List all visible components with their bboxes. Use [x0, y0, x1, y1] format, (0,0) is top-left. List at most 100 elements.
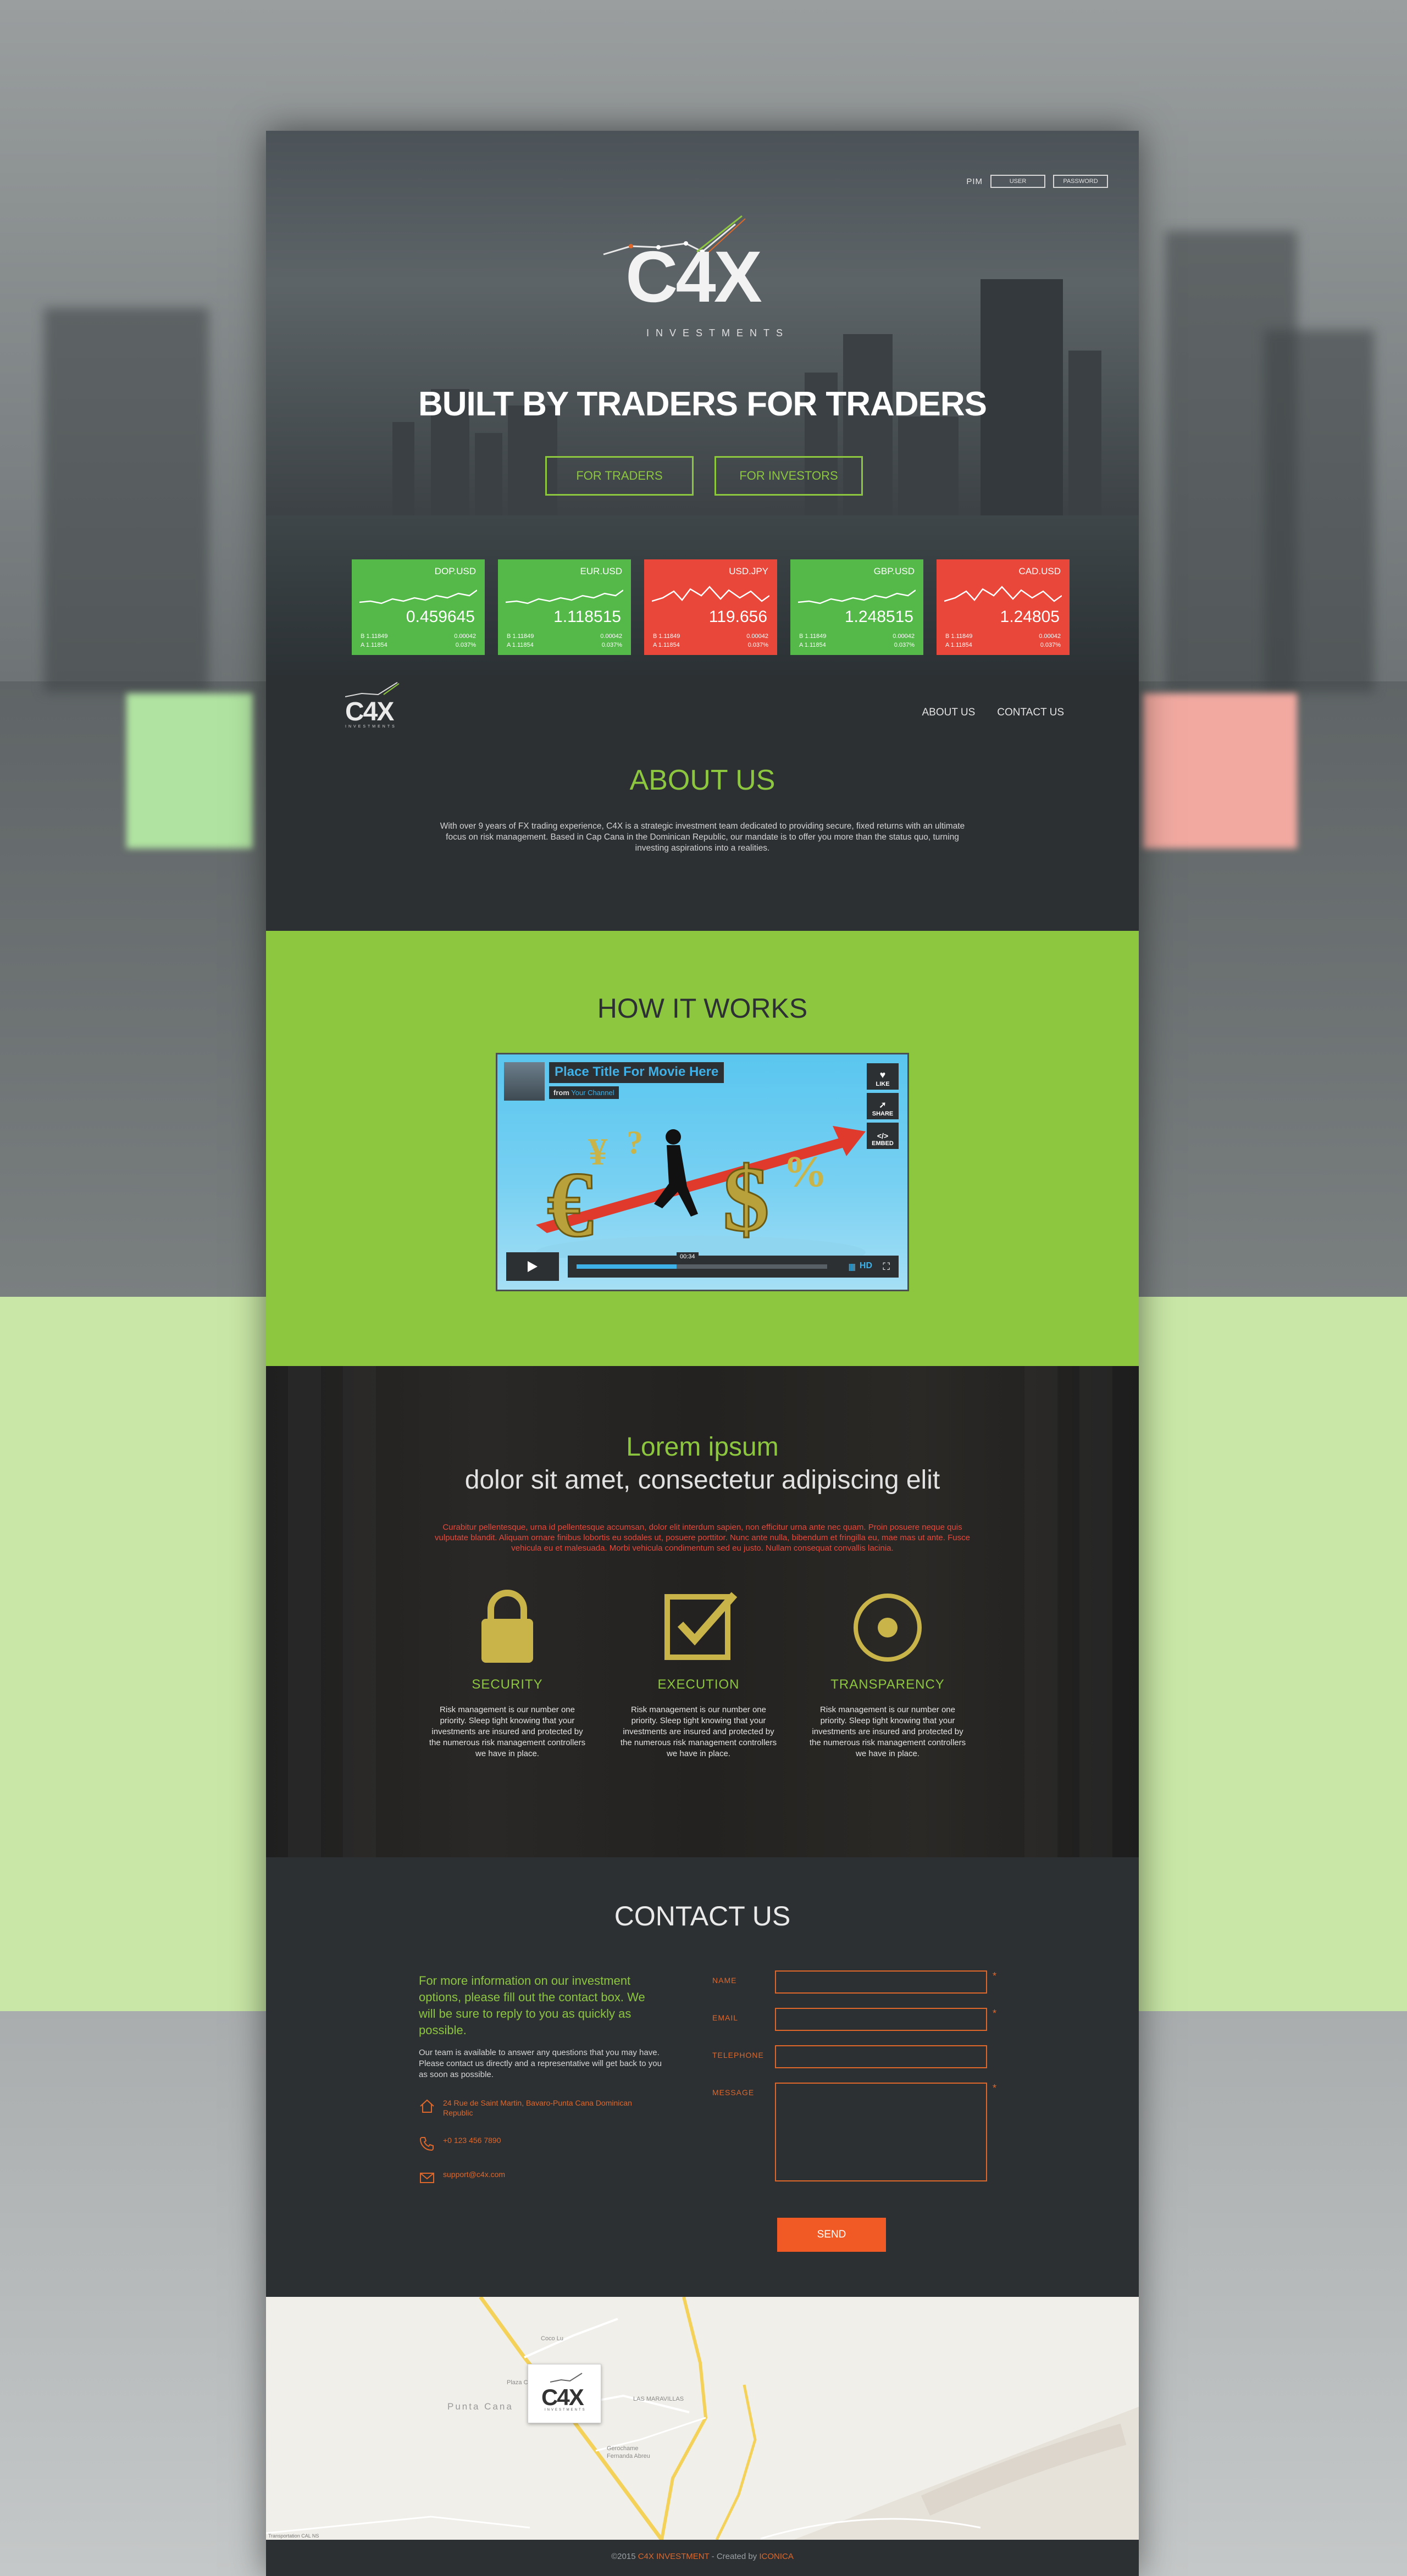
required-marker: * [993, 1970, 997, 1981]
like-button[interactable]: ♥ LIKE [867, 1063, 899, 1090]
footer-separator: - [711, 2552, 717, 2561]
video-title[interactable]: Place Title For Movie Here [549, 1062, 724, 1083]
ticker-pair: GBP.USD [873, 566, 915, 576]
ticker-pair: CAD.USD [1018, 566, 1061, 576]
video-byline: from Your Channel [549, 1086, 619, 1099]
feature-transparency: TRANSPARENCY Risk management is our numb… [808, 1585, 967, 1759]
video-time: 00:34 [677, 1252, 699, 1261]
code-icon: </> [877, 1131, 889, 1140]
feature-title: TRANSPARENCY [830, 1677, 945, 1692]
telephone-field[interactable] [775, 2045, 987, 2068]
footer-company[interactable]: C4X INVESTMENT [638, 2552, 710, 2561]
ticker-pair: EUR.USD [580, 566, 622, 576]
ticker-price: 119.656 [708, 608, 767, 626]
nav-about-link[interactable]: ABOUT US [922, 707, 975, 719]
ticker-change-pct: 0.037% [455, 642, 476, 648]
for-traders-button[interactable]: FOR TRADERS [545, 456, 694, 496]
ticker-change-pct: 0.037% [894, 642, 915, 648]
contact-intro: For more information on our investment o… [419, 1974, 645, 2037]
email-field[interactable] [775, 2008, 987, 2031]
ticker-bid: B 1.11849 [799, 633, 827, 640]
required-marker: * [993, 2008, 997, 2019]
ticker-bid: B 1.11849 [361, 633, 388, 640]
ticker-change-pct: 0.037% [601, 642, 622, 648]
feature-execution: EXECUTION Risk management is our number … [619, 1585, 778, 1759]
message-field[interactable] [775, 2083, 987, 2181]
main-nav: C4X INVESTMENTS ABOUT US CONTACT US [266, 675, 1139, 735]
contact-phone[interactable]: +0 123 456 7890 [419, 2135, 664, 2152]
contact-body: Our team is available to answer any ques… [419, 2048, 662, 2079]
map-attribution: Transportation CAL NS [268, 2533, 319, 2539]
svg-text:?: ? [627, 1124, 643, 1161]
ticker-card[interactable]: DOP.USD 0.459645 B 1.11849 0.00042 A 1.11854… [352, 559, 485, 655]
lock-icon [481, 1590, 533, 1663]
contact-title: CONTACT US [614, 1901, 791, 1931]
ticker-price: 1.248515 [844, 608, 913, 626]
map-pin[interactable]: C4X INVESTMENTS [528, 2364, 601, 2423]
telephone-label: TELEPHONE [712, 2051, 764, 2059]
features-title: Lorem ipsum [626, 1433, 779, 1462]
features-section: Lorem ipsum dolor sit amet, consectetur … [266, 1366, 1139, 1857]
ticker-card[interactable]: CAD.USD 1.24805 B 1.11849 0.00042 A 1.11854 0… [937, 559, 1070, 655]
location-map[interactable]: Punta Cana Coco Lu Plaza Ca LAS MARAVILL… [266, 2297, 1139, 2540]
nav-logo[interactable]: C4X INVESTMENTS [345, 682, 400, 729]
ticker-strip: DOP.USD 0.459645 B 1.11849 0.00042 A 1.11854… [352, 559, 1072, 655]
map-city-label: Punta Cana [447, 2401, 513, 2412]
feature-text: Risk management is our number one priori… [429, 1705, 586, 1758]
map-label: LAS MARAVILLAS [633, 2396, 684, 2402]
checkbox-icon [664, 1592, 738, 1660]
send-button[interactable]: SEND [777, 2218, 886, 2252]
nav-brand-name: C4X [345, 697, 394, 726]
ticker-ask: A 1.11854 [507, 642, 534, 648]
embed-button[interactable]: </> EMBED [867, 1123, 899, 1149]
hd-toggle[interactable]: HD [860, 1261, 872, 1271]
required-marker: * [993, 2083, 997, 2094]
ticker-ask: A 1.11854 [945, 642, 972, 648]
for-investors-button[interactable]: FOR INVESTORS [714, 456, 863, 496]
ticker-change: 0.00042 [600, 633, 622, 640]
ticker-sparkline [359, 589, 477, 604]
ticker-pair: DOP.USD [434, 566, 476, 576]
ticker-card[interactable]: EUR.USD 1.118515 B 1.11849 0.00042 A 1.11854… [498, 559, 631, 655]
nav-brand-tagline: INVESTMENTS [345, 725, 397, 729]
nav-contact-link[interactable]: CONTACT US [997, 707, 1064, 719]
name-field[interactable] [775, 1970, 987, 1994]
ticker-change: 0.00042 [746, 633, 768, 640]
contact-section: CONTACT US For more information on our i… [266, 1857, 1139, 2297]
ticker-ask: A 1.11854 [653, 642, 680, 648]
email-label: EMAIL [712, 2013, 739, 2022]
video-player[interactable]: € ¥ ? $ % Place Title For Movie Here fro… [496, 1053, 909, 1291]
how-title: HOW IT WORKS [597, 993, 808, 1024]
ticker-ask: A 1.11854 [799, 642, 826, 648]
ticker-change: 0.00042 [454, 633, 476, 640]
ticker-change-pct: 0.037% [747, 642, 768, 648]
ticker-ask: A 1.11854 [361, 642, 387, 648]
ticker-card[interactable]: USD.JPY 119.656 B 1.11849 0.00042 A 1.11854 0… [644, 559, 777, 655]
footer-copyright: ©2015 [611, 2552, 636, 2561]
footer-created-by: Created by [716, 2552, 757, 2561]
feature-title: SECURITY [472, 1677, 543, 1692]
ticker-change: 0.00042 [893, 633, 915, 640]
login-bar: PIM [966, 175, 1108, 188]
fullscreen-icon[interactable]: ⛶ [883, 1261, 890, 1273]
password-input[interactable] [1053, 175, 1108, 188]
ticker-card[interactable]: GBP.USD 1.248515 B 1.11849 0.00042 A 1.11854… [790, 559, 923, 655]
play-button[interactable] [506, 1252, 559, 1281]
name-label: NAME [712, 1976, 737, 1985]
volume-icon[interactable]: ||||||| [849, 1262, 856, 1271]
footer-author[interactable]: ICONICA [759, 2552, 794, 2561]
contact-address: 24 Rue de Saint Martin, Bavaro-Punta Can… [419, 2098, 664, 2118]
video-seek-bar[interactable]: 00:34 [577, 1252, 827, 1269]
video-channel-link[interactable]: Your Channel [571, 1089, 614, 1097]
ticker-price: 1.118515 [553, 608, 621, 626]
ticker-bid: B 1.11849 [945, 633, 973, 640]
contact-email[interactable]: support@c4x.com [419, 2169, 664, 2186]
brand-name: C4X [625, 236, 762, 317]
user-input[interactable] [990, 175, 1045, 188]
envelope-icon [420, 2173, 434, 2183]
how-it-works-section: HOW IT WORKS € ¥ ? $ % Place Title For M… [266, 931, 1139, 1366]
heart-icon: ♥ [879, 1069, 886, 1080]
ticker-change-pct: 0.037% [1040, 642, 1061, 648]
share-button[interactable]: ➚ SHARE [867, 1093, 899, 1119]
map-roads [266, 2297, 1139, 2540]
